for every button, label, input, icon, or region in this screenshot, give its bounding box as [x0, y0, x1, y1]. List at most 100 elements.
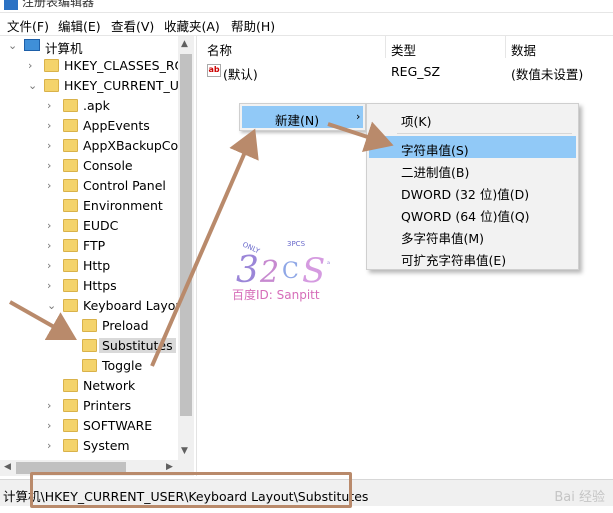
tree-item-label: AppXBackupCor — [83, 138, 184, 153]
chevron-right-icon[interactable]: › — [47, 99, 51, 112]
table-row[interactable]: ab (默认) REG_SZ (数值未设置) — [198, 60, 613, 82]
tree-item-substitutes[interactable]: Substitutes — [0, 336, 180, 356]
tree-item-network[interactable]: Network — [0, 376, 180, 396]
folder-icon — [63, 199, 78, 212]
chevron-right-icon[interactable]: › — [47, 259, 51, 272]
menu-view[interactable]: 查看(V) — [111, 16, 154, 35]
tree-item-apk[interactable]: › .apk — [0, 96, 180, 116]
tree-item-http[interactable]: › Http — [0, 256, 180, 276]
tree-item-label: Printers — [83, 398, 132, 413]
tree-vertical-scrollbar[interactable]: ▲ ▼ — [178, 36, 194, 460]
column-divider[interactable] — [505, 36, 506, 58]
menu-file[interactable]: 文件(F) — [7, 16, 49, 35]
list-header: 名称 类型 数据 — [198, 36, 613, 58]
svg-text:C: C — [282, 259, 299, 284]
menu-bar: 文件(F) 编辑(E) 查看(V) 收藏夹(A) 帮助(H) — [0, 13, 613, 36]
chevron-right-icon[interactable]: › — [47, 399, 51, 412]
chevron-right-icon[interactable]: › — [47, 179, 51, 192]
svg-text:2: 2 — [259, 255, 279, 290]
chevron-right-icon[interactable]: › — [47, 439, 51, 452]
folder-icon — [63, 239, 78, 252]
column-header-data[interactable]: 数据 — [511, 40, 536, 59]
folder-icon — [63, 439, 78, 452]
scrollbar-thumb[interactable] — [180, 54, 192, 416]
tree-item-control-panel[interactable]: › Control Panel — [0, 176, 180, 196]
tree-item-computer[interactable]: ⌄ 计算机 — [0, 36, 180, 56]
tree-item-system[interactable]: › System — [0, 436, 180, 456]
menu-item-label: QWORD (64 位)值(Q) — [401, 209, 530, 224]
tree-item-label: HKEY_CLASSES_ROOT — [64, 58, 194, 73]
column-divider[interactable] — [385, 36, 386, 58]
tree-item-label: AppEvents — [83, 118, 150, 133]
folder-icon — [63, 219, 78, 232]
tree-item-https[interactable]: › Https — [0, 276, 180, 296]
folder-icon — [63, 259, 78, 272]
watermark-text: 百度ID: Sanpitt — [232, 288, 320, 302]
folder-icon — [82, 319, 97, 332]
column-header-name[interactable]: 名称 — [207, 40, 232, 59]
tree-item-eudc[interactable]: › EUDC — [0, 216, 180, 236]
tree-item-hkcu[interactable]: ⌄ HKEY_CURRENT_USER — [0, 76, 194, 96]
menu-separator — [397, 133, 572, 134]
menu-item-label: 项(K) — [401, 114, 432, 129]
menu-item-dword-value[interactable]: DWORD (32 位)值(D) — [369, 180, 576, 202]
chevron-right-icon[interactable]: › — [47, 419, 51, 432]
regedit-icon — [4, 0, 18, 10]
tree-item-label: 计算机 — [45, 41, 83, 56]
tree-item-label: Environment — [83, 198, 163, 213]
chevron-right-icon[interactable]: › — [47, 119, 51, 132]
chevron-right-icon[interactable]: › — [47, 139, 51, 152]
pane-splitter[interactable] — [196, 36, 197, 476]
menu-item-multi-string-value[interactable]: 多字符串值(M) — [369, 224, 576, 246]
chevron-right-icon[interactable]: › — [47, 279, 51, 292]
chevron-down-icon[interactable]: ⌄ — [8, 39, 17, 52]
tree-item-label: Console — [83, 158, 133, 173]
window-title-bar: 注册表编辑器 — [0, 0, 613, 13]
tree-item-hkcr[interactable]: › HKEY_CLASSES_ROOT — [0, 56, 194, 76]
folder-icon — [63, 119, 78, 132]
menu-favorites[interactable]: 收藏夹(A) — [164, 16, 220, 35]
value-data: (数值未设置) — [511, 67, 584, 82]
menu-item-key[interactable]: 项(K) — [369, 107, 576, 129]
menu-help[interactable]: 帮助(H) — [231, 16, 275, 35]
column-header-type[interactable]: 类型 — [391, 40, 416, 59]
chevron-down-icon[interactable]: ⌄ — [47, 299, 56, 312]
tree-item-software[interactable]: › SOFTWARE — [0, 416, 180, 436]
tree-item-printers[interactable]: › Printers — [0, 396, 180, 416]
folder-icon — [82, 359, 97, 372]
tree-item-label: .apk — [83, 98, 110, 113]
tree-item-ftp[interactable]: › FTP — [0, 236, 180, 256]
folder-icon — [82, 339, 97, 352]
menu-item-label: 二进制值(B) — [401, 165, 470, 180]
chevron-right-icon[interactable]: › — [47, 239, 51, 252]
tree-item-console[interactable]: › Console — [0, 156, 180, 176]
tree-item-appevents[interactable]: › AppEvents — [0, 116, 180, 136]
menu-item-expandable-string-value[interactable]: 可扩充字符串值(E) — [369, 246, 576, 268]
chevron-right-icon[interactable]: › — [47, 219, 51, 232]
tree-item-label: Substitutes — [99, 338, 176, 353]
menu-item-label: 字符串值(S) — [401, 143, 469, 158]
value-type: REG_SZ — [391, 64, 441, 79]
scroll-right-icon[interactable]: ▶ — [166, 462, 173, 472]
tree-item-label: Keyboard Layout — [83, 298, 189, 313]
menu-edit[interactable]: 编辑(E) — [58, 16, 101, 35]
menu-item-new[interactable]: 新建(N) › — [242, 106, 363, 128]
tree-item-environment[interactable]: Environment — [0, 196, 180, 216]
menu-item-string-value[interactable]: 字符串值(S) — [369, 136, 576, 158]
scroll-left-icon[interactable]: ◀ — [4, 462, 11, 472]
menu-item-qword-value[interactable]: QWORD (64 位)值(Q) — [369, 202, 576, 224]
tree-item-preload[interactable]: Preload — [0, 316, 180, 336]
tree-item-label: Https — [83, 278, 117, 293]
menu-item-binary-value[interactable]: 二进制值(B) — [369, 158, 576, 180]
tree-item-toggle[interactable]: Toggle — [0, 356, 180, 376]
scroll-up-icon[interactable]: ▲ — [181, 39, 188, 49]
scroll-down-icon[interactable]: ▼ — [181, 446, 188, 456]
new-submenu: 项(K) 字符串值(S) 二进制值(B) DWORD (32 位)值(D) QW… — [366, 103, 579, 270]
folder-icon — [63, 279, 78, 292]
tree-item-appxbackup[interactable]: › AppXBackupCor — [0, 136, 184, 156]
tree-item-label: Toggle — [102, 358, 143, 373]
tree-item-keyboard-layout[interactable]: ⌄ Keyboard Layout — [0, 296, 188, 316]
chevron-right-icon[interactable]: › — [28, 59, 32, 72]
chevron-right-icon[interactable]: › — [47, 159, 51, 172]
chevron-down-icon[interactable]: ⌄ — [28, 79, 37, 92]
